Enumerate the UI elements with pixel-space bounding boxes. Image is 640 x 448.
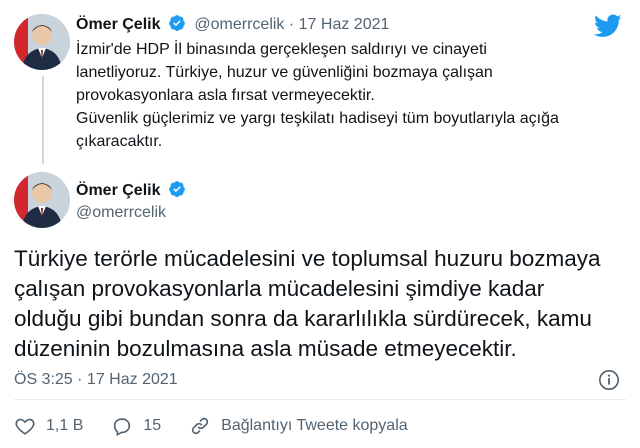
tweet-actions-bar: 1,1 B 15 Bağlantıyı Tweete kopyala	[14, 414, 436, 438]
parent-avatar[interactable]	[14, 14, 70, 70]
parent-tweet-header: Ömer Çelik @omerrcelik · 17 Haz 2021	[76, 14, 389, 35]
reply-bubble-icon	[114, 418, 131, 437]
reply-count: 15	[143, 417, 162, 434]
parent-text-line: provokasyonlara asla fırsat vermeyecekti…	[76, 87, 375, 104]
main-text-line: Türkiye terörle mücadelesini ve toplumsa…	[14, 246, 601, 271]
tweet-timestamp[interactable]: ÖS 3:25 · 17 Haz 2021	[14, 371, 178, 389]
divider	[14, 399, 626, 400]
main-author-name-row: Ömer Çelik	[76, 180, 190, 201]
main-author-handle[interactable]: @omerrcelik	[76, 204, 166, 222]
parent-text-line: çıkaracaktır.	[76, 133, 163, 150]
twitter-bird-icon[interactable]	[594, 14, 622, 38]
main-text-line: olduğu gibi bundan sonra da kararlılıkla…	[14, 306, 592, 331]
parent-tweet-text: İzmir'de HDP İl binasında gerçekleşen sa…	[76, 38, 624, 153]
verified-badge-icon	[169, 181, 185, 197]
like-count: 1,1 B	[46, 417, 84, 434]
main-text-line: çalışan provokasyonlarla mücadelesini şi…	[14, 276, 545, 301]
like-button[interactable]: 1,1 B	[14, 415, 83, 437]
main-text-line: düzeninin bozulmasına asla müsade etmeye…	[14, 336, 517, 361]
thread-connector-line	[42, 76, 44, 164]
parent-text-line: lanetliyoruz. Türkiye, huzur ve güvenliğ…	[76, 64, 493, 81]
verified-badge-icon	[169, 15, 185, 31]
link-icon	[191, 417, 209, 435]
parent-text-line: Güvenlik güçlerimiz ve yargı teşkilatı h…	[76, 110, 559, 127]
copy-link-label: Bağlantıyı Tweete kopyala	[221, 417, 408, 434]
parent-author-name[interactable]: Ömer Çelik	[76, 16, 160, 33]
main-avatar[interactable]	[14, 172, 70, 228]
header-separator: ·	[288, 16, 295, 33]
main-tweet-text: Türkiye terörle mücadelesini ve toplumsa…	[14, 244, 626, 364]
parent-text-line: İzmir'de HDP İl binasında gerçekleşen sa…	[76, 41, 487, 58]
parent-tweet-date[interactable]: 17 Haz 2021	[299, 16, 390, 33]
parent-author-handle[interactable]: @omerrcelik	[194, 16, 284, 33]
copy-link-button[interactable]: Bağlantıyı Tweete kopyala	[189, 415, 408, 437]
info-icon[interactable]	[598, 369, 620, 391]
main-author-name[interactable]: Ömer Çelik	[76, 182, 160, 199]
heart-icon	[15, 418, 35, 435]
reply-button[interactable]: 15	[111, 415, 161, 437]
